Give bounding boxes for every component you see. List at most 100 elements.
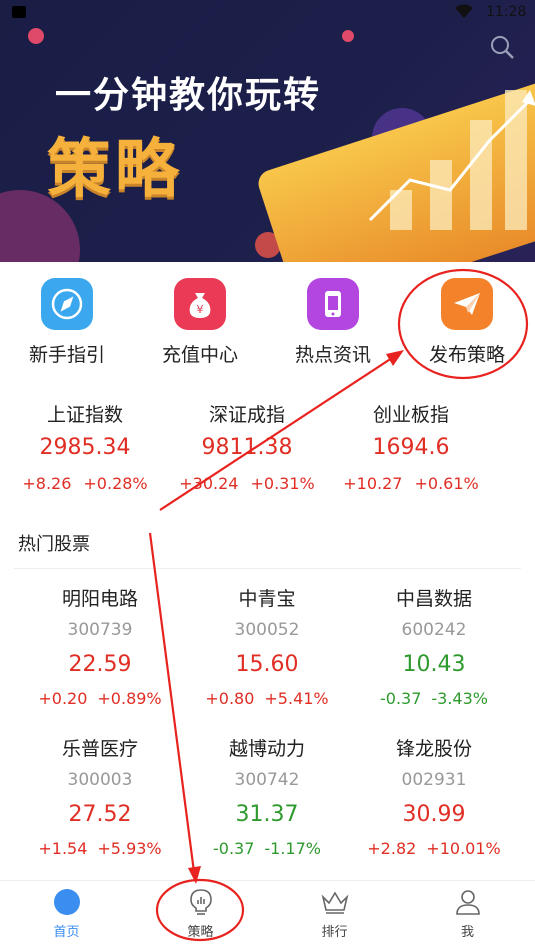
index-percent: +0.31%: [250, 474, 315, 493]
stock-name: 乐普医疗: [61, 738, 138, 760]
tab-home[interactable]: 首页: [0, 887, 133, 940]
status-bar: 11:28: [0, 0, 535, 26]
growth-chart-illustration: [368, 90, 535, 230]
banner-title: 一分钟教你玩转: [55, 75, 322, 116]
notification-icon: [12, 6, 26, 18]
stock-price: 15.60: [235, 652, 299, 677]
stock-change-row: +1.54 +5.93%: [11, 839, 189, 858]
bottom-tab-bar: 首页 策略 排行 我: [0, 880, 535, 948]
stock-code: 600242: [401, 620, 467, 640]
stock-percent: +5.93%: [97, 839, 162, 858]
stock-change: -0.37: [212, 839, 255, 858]
index-change-row: +8.26 +0.28%: [0, 474, 170, 493]
stock-percent: -3.43%: [431, 689, 488, 708]
user-icon: [453, 887, 483, 917]
lightbulb-chart-icon: [186, 887, 216, 917]
tab-me[interactable]: 我: [401, 887, 534, 940]
index-percent: +0.61%: [414, 474, 479, 493]
wifi-icon: [455, 4, 473, 18]
stock-change: +1.54: [38, 839, 88, 858]
tab-label: 策略: [187, 925, 214, 940]
index-change-row: +30.24 +0.31%: [162, 474, 332, 493]
stock-card[interactable]: 越博动力 300742 31.37 -0.37 -1.17%: [178, 734, 356, 858]
clock: 11:28: [486, 4, 527, 20]
index-card[interactable]: 深证成指 9811.38 +30.24 +0.31%: [162, 400, 332, 493]
home-dot-icon: [52, 887, 82, 917]
stock-price: 10.43: [402, 652, 466, 677]
stock-card[interactable]: 乐普医疗 300003 27.52 +1.54 +5.93%: [11, 734, 189, 858]
index-change: +8.26: [22, 474, 72, 493]
phone-news-icon: [307, 278, 359, 330]
index-percent: +0.28%: [83, 474, 148, 493]
stock-change-row: +2.82 +10.01%: [345, 839, 523, 858]
stock-code: 002931: [401, 770, 467, 790]
index-value: 9811.38: [201, 435, 293, 460]
stock-price: 27.52: [68, 802, 132, 827]
quick-item-label: 充值中心: [161, 344, 238, 366]
stock-card[interactable]: 锋龙股份 002931 30.99 +2.82 +10.01%: [345, 734, 523, 858]
stock-card[interactable]: 明阳电路 300739 22.59 +0.20 +0.89%: [11, 584, 189, 708]
quick-item-guide[interactable]: 新手指引: [2, 278, 132, 367]
stock-change-row: -0.37 -3.43%: [345, 689, 523, 708]
tab-label: 我: [460, 925, 474, 940]
section-title-hot-stocks: 热门股票: [18, 534, 90, 555]
quick-item-news[interactable]: 热点资讯: [268, 278, 398, 367]
stock-change: +2.82: [367, 839, 417, 858]
index-value: 1694.6: [372, 435, 450, 460]
index-change: +10.27: [343, 474, 403, 493]
tab-strategy[interactable]: 策略: [134, 887, 267, 940]
stock-change-row: +0.20 +0.89%: [11, 689, 189, 708]
stock-code: 300052: [234, 620, 300, 640]
stock-change-row: -0.37 -1.17%: [178, 839, 356, 858]
index-name: 创业板指: [372, 404, 449, 426]
stock-price: 30.99: [402, 802, 466, 827]
stock-name: 锋龙股份: [395, 738, 472, 760]
stock-change: +0.80: [205, 689, 255, 708]
tab-label: 首页: [53, 925, 80, 940]
stock-percent: +10.01%: [426, 839, 501, 858]
stock-change-row: +0.80 +5.41%: [178, 689, 356, 708]
quick-item-recharge[interactable]: ¥ 充值中心: [135, 278, 265, 367]
index-value: 2985.34: [39, 435, 131, 460]
banner-headline: 策略: [47, 133, 183, 207]
tab-label: 排行: [321, 925, 348, 940]
quick-item-publish-strategy[interactable]: 发布策略: [402, 278, 532, 367]
index-card[interactable]: 创业板指 1694.6 +10.27 +0.61%: [326, 400, 496, 493]
stock-change: -0.37: [379, 689, 422, 708]
stock-card[interactable]: 中昌数据 600242 10.43 -0.37 -3.43%: [345, 584, 523, 708]
stock-percent: -1.17%: [264, 839, 321, 858]
divider: [14, 568, 521, 569]
index-change-row: +10.27 +0.61%: [326, 474, 496, 493]
svg-text:¥: ¥: [197, 303, 204, 316]
index-card[interactable]: 上证指数 2985.34 +8.26 +0.28%: [0, 400, 170, 493]
quick-item-label: 新手指引: [28, 344, 105, 366]
stock-code: 300742: [234, 770, 300, 790]
money-bag-icon: ¥: [174, 278, 226, 330]
stock-card[interactable]: 中青宝 300052 15.60 +0.80 +5.41%: [178, 584, 356, 708]
quick-item-label: 发布策略: [428, 344, 505, 366]
stock-percent: +5.41%: [264, 689, 329, 708]
stock-price: 31.37: [235, 802, 299, 827]
quick-menu: 新手指引 ¥ 充值中心 热点资讯 发布策略: [0, 262, 535, 380]
crown-icon: [320, 887, 350, 917]
market-indices: 上证指数 2985.34 +8.26 +0.28% 深证成指 9811.38 +3…: [0, 380, 535, 510]
stock-percent: +0.89%: [97, 689, 162, 708]
stock-code: 300003: [67, 770, 133, 790]
paper-plane-icon: [441, 278, 493, 330]
stock-name: 越博动力: [228, 738, 305, 760]
index-change: +30.24: [179, 474, 239, 493]
stock-name: 中青宝: [238, 588, 296, 610]
index-name: 深证成指: [208, 404, 285, 426]
stock-price: 22.59: [68, 652, 132, 677]
decor-dot: [28, 28, 44, 44]
tab-ranking[interactable]: 排行: [268, 887, 401, 940]
stock-name: 中昌数据: [395, 588, 472, 610]
compass-icon: [41, 278, 93, 330]
stock-change: +0.20: [38, 689, 88, 708]
search-icon[interactable]: [489, 34, 515, 60]
stock-code: 300739: [67, 620, 133, 640]
index-name: 上证指数: [46, 404, 123, 426]
promo-banner[interactable]: 11:28 一分钟教你玩转 策略: [0, 0, 535, 262]
quick-item-label: 热点资讯: [294, 344, 371, 366]
stock-name: 明阳电路: [61, 588, 138, 610]
